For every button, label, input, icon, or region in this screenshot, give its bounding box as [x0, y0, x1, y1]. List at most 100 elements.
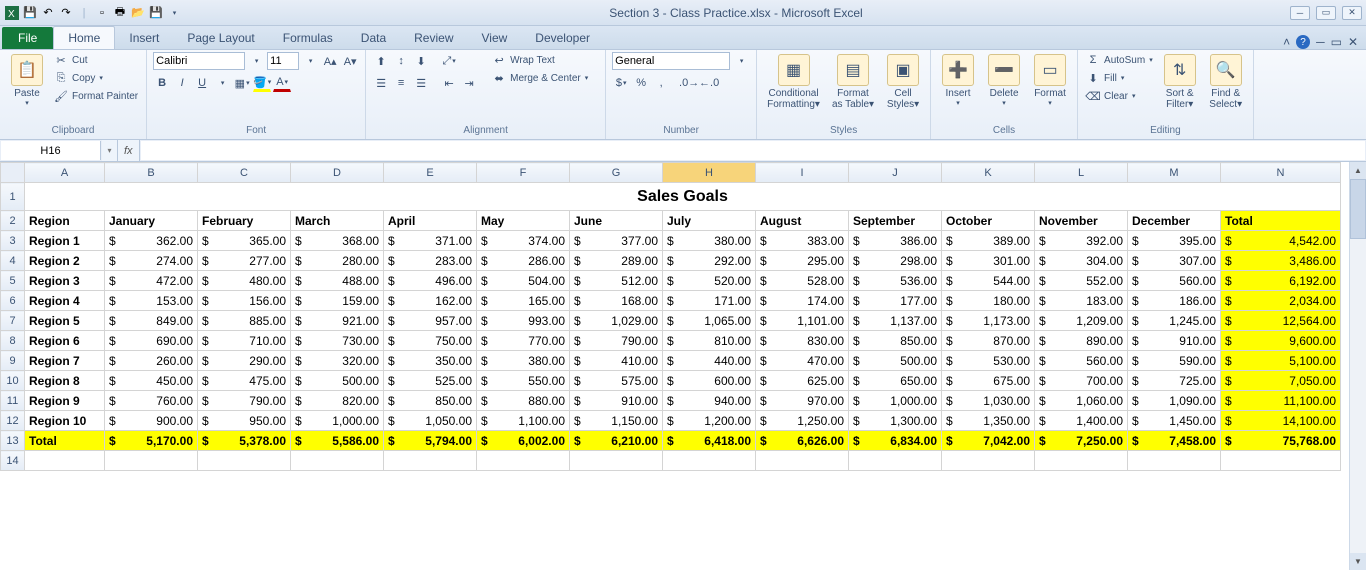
cell-I5[interactable]: $528.00: [756, 271, 849, 291]
cell-E4[interactable]: $283.00: [384, 251, 477, 271]
cell-E7[interactable]: $957.00: [384, 311, 477, 331]
cell-I7[interactable]: $1,101.00: [756, 311, 849, 331]
cell-L14[interactable]: [1035, 451, 1128, 471]
column-header-K[interactable]: K: [942, 163, 1035, 183]
cell-B9[interactable]: $260.00: [105, 351, 198, 371]
cell-B5[interactable]: $472.00: [105, 271, 198, 291]
cell-K11[interactable]: $1,030.00: [942, 391, 1035, 411]
cell-F5[interactable]: $504.00: [477, 271, 570, 291]
cell-B8[interactable]: $690.00: [105, 331, 198, 351]
cell-A2[interactable]: Region: [25, 211, 105, 231]
row-header-8[interactable]: 8: [1, 331, 25, 351]
tab-home[interactable]: Home: [53, 26, 115, 49]
save-icon[interactable]: 💾: [22, 5, 38, 21]
cell-E9[interactable]: $350.00: [384, 351, 477, 371]
cell-I10[interactable]: $625.00: [756, 371, 849, 391]
cell-B3[interactable]: $362.00: [105, 231, 198, 251]
cell-F6[interactable]: $165.00: [477, 291, 570, 311]
cell-N5[interactable]: $6,192.00: [1221, 271, 1341, 291]
cell-J8[interactable]: $850.00: [849, 331, 942, 351]
cell-title[interactable]: Sales Goals: [25, 183, 1341, 211]
comma-format-button[interactable]: ,: [652, 74, 670, 92]
cell-N4[interactable]: $3,486.00: [1221, 251, 1341, 271]
delete-cells-button[interactable]: ➖Delete▾: [983, 52, 1025, 109]
column-header-G[interactable]: G: [570, 163, 663, 183]
column-header-B[interactable]: B: [105, 163, 198, 183]
cell-I3[interactable]: $383.00: [756, 231, 849, 251]
cell-K12[interactable]: $1,350.00: [942, 411, 1035, 431]
cell-H7[interactable]: $1,065.00: [663, 311, 756, 331]
worksheet-grid[interactable]: ABCDEFGHIJKLMN1Sales Goals2RegionJanuary…: [0, 162, 1341, 471]
cell-H10[interactable]: $600.00: [663, 371, 756, 391]
border-button[interactable]: ▦: [233, 74, 251, 92]
redo-icon[interactable]: ↷: [58, 5, 74, 21]
font-name-dropdown-icon[interactable]: [247, 52, 265, 70]
cell-A3[interactable]: Region 1: [25, 231, 105, 251]
font-size-dropdown-icon[interactable]: [301, 52, 319, 70]
clear-dropdown-icon[interactable]: ▾: [1132, 92, 1136, 100]
cell-N9[interactable]: $5,100.00: [1221, 351, 1341, 371]
cell-F14[interactable]: [477, 451, 570, 471]
increase-indent-button[interactable]: ⇥: [460, 74, 478, 92]
cell-G3[interactable]: $377.00: [570, 231, 663, 251]
paste-dropdown-icon[interactable]: ▾: [25, 99, 29, 107]
cell-L6[interactable]: $183.00: [1035, 291, 1128, 311]
fill-button[interactable]: ⬇Fill▾: [1084, 70, 1155, 86]
cell-K2[interactable]: October: [942, 211, 1035, 231]
cell-N7[interactable]: $12,564.00: [1221, 311, 1341, 331]
align-center-button[interactable]: ≡: [392, 74, 410, 92]
wrap-text-button[interactable]: ↩Wrap Text: [490, 52, 590, 68]
fill-dropdown-icon[interactable]: ▾: [1121, 74, 1125, 82]
cell-E12[interactable]: $1,050.00: [384, 411, 477, 431]
cell-B12[interactable]: $900.00: [105, 411, 198, 431]
cell-J9[interactable]: $500.00: [849, 351, 942, 371]
cell-C9[interactable]: $290.00: [198, 351, 291, 371]
column-header-J[interactable]: J: [849, 163, 942, 183]
new-icon[interactable]: ▫: [94, 5, 110, 21]
cell-I8[interactable]: $830.00: [756, 331, 849, 351]
cell-D10[interactable]: $500.00: [291, 371, 384, 391]
cell-D13[interactable]: $5,586.00: [291, 431, 384, 451]
cell-F11[interactable]: $880.00: [477, 391, 570, 411]
cell-M9[interactable]: $590.00: [1128, 351, 1221, 371]
row-header-14[interactable]: 14: [1, 451, 25, 471]
cell-N10[interactable]: $7,050.00: [1221, 371, 1341, 391]
cell-K13[interactable]: $7,042.00: [942, 431, 1035, 451]
cell-C6[interactable]: $156.00: [198, 291, 291, 311]
format-painter-button[interactable]: 🖌Format Painter: [52, 88, 140, 104]
cell-B6[interactable]: $153.00: [105, 291, 198, 311]
close-button[interactable]: ✕: [1342, 6, 1362, 20]
cell-G4[interactable]: $289.00: [570, 251, 663, 271]
doc-minimize-icon[interactable]: ─: [1316, 35, 1325, 49]
cell-H11[interactable]: $940.00: [663, 391, 756, 411]
font-color-button[interactable]: A: [273, 74, 291, 92]
cell-F4[interactable]: $286.00: [477, 251, 570, 271]
cell-F8[interactable]: $770.00: [477, 331, 570, 351]
row-header-11[interactable]: 11: [1, 391, 25, 411]
scroll-down-button[interactable]: ▼: [1350, 553, 1366, 570]
cell-L10[interactable]: $700.00: [1035, 371, 1128, 391]
merge-dropdown-icon[interactable]: ▾: [585, 74, 589, 82]
row-header-9[interactable]: 9: [1, 351, 25, 371]
cell-G6[interactable]: $168.00: [570, 291, 663, 311]
tab-formulas[interactable]: Formulas: [269, 27, 347, 49]
column-header-L[interactable]: L: [1035, 163, 1128, 183]
cell-L4[interactable]: $304.00: [1035, 251, 1128, 271]
row-header-7[interactable]: 7: [1, 311, 25, 331]
undo-icon[interactable]: ↶: [40, 5, 56, 21]
clear-button[interactable]: ⌫Clear▾: [1084, 88, 1155, 104]
cell-C3[interactable]: $365.00: [198, 231, 291, 251]
cell-M11[interactable]: $1,090.00: [1128, 391, 1221, 411]
cell-J10[interactable]: $650.00: [849, 371, 942, 391]
row-header-4[interactable]: 4: [1, 251, 25, 271]
name-box[interactable]: [1, 141, 101, 160]
cell-J12[interactable]: $1,300.00: [849, 411, 942, 431]
select-all-corner[interactable]: [1, 163, 25, 183]
cell-J7[interactable]: $1,137.00: [849, 311, 942, 331]
cell-G11[interactable]: $910.00: [570, 391, 663, 411]
cell-M10[interactable]: $725.00: [1128, 371, 1221, 391]
help-icon[interactable]: ?: [1296, 35, 1310, 49]
cell-B11[interactable]: $760.00: [105, 391, 198, 411]
tab-developer[interactable]: Developer: [521, 27, 604, 49]
cell-J13[interactable]: $6,834.00: [849, 431, 942, 451]
